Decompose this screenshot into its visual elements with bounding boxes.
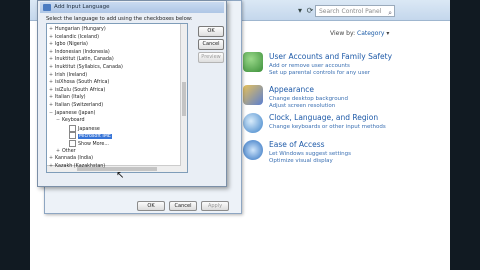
tree-row-label: Inuktitut (Latin, Canada) xyxy=(55,57,114,63)
category-link[interactable]: Adjust screen resolution xyxy=(269,103,335,109)
right-letterbox xyxy=(450,0,480,270)
checkbox[interactable] xyxy=(69,132,76,140)
tree-row-label: Keyboard xyxy=(62,118,85,124)
tree-row[interactable]: + Kazakh (Kazakhstan) xyxy=(49,163,105,171)
tree-row-label: isiXhosa (South Africa) xyxy=(55,80,110,86)
cancel-button[interactable]: Cancel xyxy=(198,39,224,50)
appearance-icon xyxy=(243,85,263,105)
search-placeholder: Search Control Panel xyxy=(319,8,382,15)
category-title[interactable]: Ease of Access xyxy=(269,140,325,149)
category-link[interactable]: Add or remove user accounts xyxy=(269,63,350,69)
tree-row-label: Hungarian (Hungary) xyxy=(55,27,106,32)
keyboard-icon xyxy=(43,4,51,11)
tree-row-label: Italian (Switzerland) xyxy=(55,103,104,108)
category-link[interactable]: Let Windows suggest settings xyxy=(269,151,351,157)
refresh-icon[interactable]: ⟳ xyxy=(305,6,315,16)
tree-row-label: Italian (Italy) xyxy=(55,95,86,101)
category-title[interactable]: User Accounts and Family Safety xyxy=(269,52,392,61)
checkbox[interactable] xyxy=(69,124,76,132)
tree-row-label: Irish (Ireland) xyxy=(55,72,88,78)
ok-button[interactable]: OK xyxy=(198,26,224,37)
view-by: View by: Category ▾ xyxy=(330,30,389,37)
tree-row-label: Kannada (India) xyxy=(55,156,94,162)
language-tree[interactable]: + Hungarian (Hungary) + Icelandic (Iceland)… xyxy=(46,23,188,173)
category-link[interactable]: Change keyboards or other input methods xyxy=(269,124,386,130)
add-input-language-dialog: Add Input Language Select the language t… xyxy=(37,0,227,187)
search-input[interactable]: Search Control Panel ⌕ xyxy=(315,5,395,17)
tree-row-label: Microsoft IME xyxy=(78,134,112,140)
view-by-dropdown[interactable]: Category xyxy=(357,30,384,37)
mouse-cursor-icon: ↖ xyxy=(116,170,125,181)
scroll-thumb[interactable] xyxy=(182,82,186,116)
ease-of-access-icon xyxy=(243,140,263,160)
left-letterbox xyxy=(0,0,30,270)
tree-row-label: Igbo (Nigeria) xyxy=(55,42,88,48)
background-cancel-button[interactable]: Cancel xyxy=(169,201,197,211)
tree-row-label: Inuktitut (Syllabics, Canada) xyxy=(55,65,123,70)
dialog-instruction: Select the language to add using the che… xyxy=(46,16,193,22)
view-by-label: View by: xyxy=(330,30,356,37)
category-title[interactable]: Clock, Language, and Region xyxy=(269,113,378,122)
vertical-scrollbar[interactable] xyxy=(180,24,187,172)
background-apply-button[interactable]: Apply xyxy=(201,201,229,211)
tree-row-label: Kazakh (Kazakhstan) xyxy=(55,163,106,169)
tree-row-label: isiZulu (South Africa) xyxy=(55,87,106,93)
tree-row-label: Japanese xyxy=(78,126,100,132)
category-link[interactable]: Change desktop background xyxy=(269,96,348,102)
clock-globe-icon xyxy=(243,113,263,133)
chevron-down-icon[interactable]: ▾ xyxy=(386,30,389,37)
dialog-title: Add Input Language xyxy=(54,4,110,10)
user-accounts-icon xyxy=(243,52,263,72)
category-link[interactable]: Set up parental controls for any user xyxy=(269,70,370,76)
background-ok-button[interactable]: OK xyxy=(137,201,165,211)
tree-row-label: Other xyxy=(62,148,76,154)
dialog-title-bar: Add Input Language xyxy=(40,2,224,13)
tree-row-label: Show More... xyxy=(78,142,109,147)
tree-row-label: Indonesian (Indonesia) xyxy=(55,49,110,55)
tree-row-label: Icelandic (Iceland) xyxy=(55,34,99,40)
category-link[interactable]: Optimize visual display xyxy=(269,158,333,164)
category-title[interactable]: Appearance xyxy=(269,85,314,94)
tree-row-label: Japanese (Japan) xyxy=(55,110,96,116)
preview-button[interactable]: Preview xyxy=(198,52,224,63)
search-icon: ⌕ xyxy=(388,9,392,17)
checkbox[interactable] xyxy=(69,140,76,147)
dropdown-arrow-icon[interactable]: ▾ xyxy=(295,6,305,16)
